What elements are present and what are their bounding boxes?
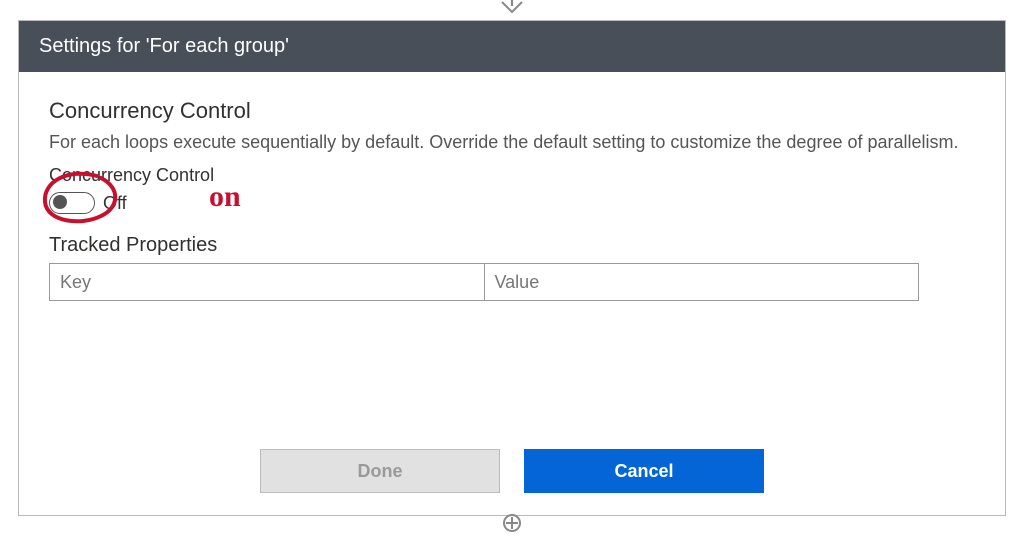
cancel-button[interactable]: Cancel [524,449,764,493]
concurrency-description: For each loops execute sequentially by d… [49,130,975,155]
done-button[interactable]: Done [260,449,500,493]
concurrency-toggle[interactable] [49,192,95,214]
tracked-value-header[interactable]: Value [484,264,919,300]
concurrency-toggle-row: Off on [49,192,975,214]
concurrency-toggle-state: Off [103,193,127,214]
toggle-thumb-icon [53,195,67,209]
concurrency-title: Concurrency Control [49,98,975,124]
dialog-title: Settings for 'For each group' [19,21,1005,72]
dialog-footer: Done Cancel [19,429,1005,515]
dialog-body: Concurrency Control For each loops execu… [19,72,1005,429]
tracked-properties-title: Tracked Properties [49,234,975,257]
tracked-properties-table: Key Value [49,263,919,301]
settings-dialog: Settings for 'For each group' Concurrenc… [18,20,1006,516]
concurrency-toggle-label: Concurrency Control [49,165,975,186]
bottom-connector-icon [498,513,526,538]
tracked-key-header[interactable]: Key [50,264,484,300]
